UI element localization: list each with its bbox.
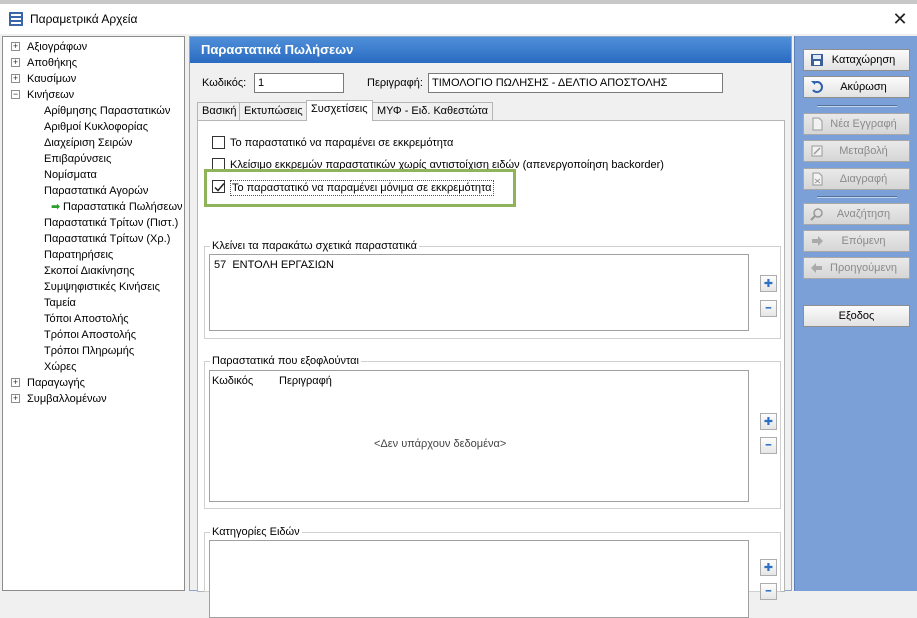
tree-item[interactable]: Παρατηρήσεις [44,247,113,263]
column-header-code[interactable]: Κωδικός [212,375,253,387]
tab-page-relations: Το παραστατικό να παραμένει σε εκκρεμότη… [197,120,785,618]
plus-icon: ✚ [763,278,774,290]
tree-item[interactable]: Επιβαρύνσεις [44,151,111,167]
tree-item-axiografon[interactable]: + Αξιογράφων [11,39,87,55]
separator [817,105,897,107]
group-closed-documents: Κλείνει τα παρακάτω σχετικά παραστατικά … [204,240,781,339]
panel-header: Παραστατικά Πωλήσεων [190,37,791,63]
app-icon [8,11,24,27]
tree-item-kafsimon[interactable]: + Καυσίμων [11,71,76,87]
expand-icon[interactable]: + [11,58,20,67]
arrow-right-icon: ➡ [51,201,61,213]
arrow-right-icon [810,234,824,248]
tab-prints[interactable]: Εκτυπώσεις [239,102,308,120]
checkbox-box-checked[interactable] [212,180,225,193]
new-record-button[interactable]: Νέα Εγγραφή [803,113,910,135]
tree-item[interactable]: Τόποι Αποστολής [44,311,129,327]
tree-item-paragogis[interactable]: + Παραγωγής [11,375,85,391]
plus-icon: ✚ [763,416,774,428]
tree-item[interactable]: Ταμεία [44,295,76,311]
settled-documents-grid[interactable]: Κωδικός Περιγραφή <Δεν υπάρχουν δεδομένα… [209,370,749,502]
tree-item[interactable]: Τρόποι Πληρωμής [44,343,134,359]
checkmark-icon [214,183,225,192]
arrow-left-icon [810,261,824,275]
search-button[interactable]: Αναζήτηση [803,203,910,225]
minus-icon: ━ [765,586,772,596]
tree-item[interactable]: Αριθμοί Κυκλοφορίας [44,119,148,135]
list-item[interactable]: 57 ΕΝΤΟΛΗ ΕΡΓΑΣΙΩΝ [214,259,334,271]
search-icon [810,207,824,221]
edit-icon [810,144,824,158]
add-button[interactable]: ✚ [760,413,777,430]
group-item-categories: Κατηγορίες Ειδών ✚ ━ [204,526,781,618]
tree-item[interactable]: Παραστατικά Αγορών [44,183,148,199]
tab-relations[interactable]: Συσχετίσεις [306,100,373,121]
code-input[interactable]: 1 [254,73,344,93]
navigation-tree: + Αξιογράφων + Αποθήκης + Καυσίμων − Κιν… [2,36,185,591]
action-panel: Καταχώρηση Ακύρωση Νέα Εγγραφή Μεταβολή … [794,36,917,591]
description-label: Περιγραφή: [367,77,423,89]
checkbox-box[interactable] [212,136,225,149]
closed-documents-list[interactable]: 57 ΕΝΤΟΛΗ ΕΡΓΑΣΙΩΝ [209,254,749,331]
window-title: Παραμετρικά Αρχεία [30,12,138,26]
tree-item[interactable]: Παραστατικά Τρίτων (Πιστ.) [44,215,178,231]
expand-icon[interactable]: + [11,74,20,83]
checkbox-box[interactable] [212,158,225,171]
group-title: Κατηγορίες Ειδών [210,526,302,538]
cancel-button[interactable]: Ακύρωση [803,76,910,98]
title-bar: Παραμετρικά Αρχεία ✕ [0,4,917,34]
delete-document-icon [810,172,824,186]
tree-item[interactable]: Διαχείριση Σειρών [44,135,132,151]
group-title: Κλείνει τα παρακάτω σχετικά παραστατικά [210,240,419,252]
expand-icon[interactable]: + [11,378,20,387]
close-button[interactable]: ✕ [883,4,917,34]
minus-icon: ━ [765,440,772,450]
tree-item[interactable]: Χώρες [44,359,76,375]
item-categories-list[interactable] [209,540,749,618]
code-label: Κωδικός: [202,77,247,89]
next-button[interactable]: Επόμενη [803,230,910,252]
tab-basic[interactable]: Βασική [197,102,242,120]
collapse-icon[interactable]: − [11,90,20,99]
separator [817,196,897,198]
column-header-description[interactable]: Περιγραφή [279,375,332,387]
remove-button[interactable]: ━ [760,437,777,454]
tree-item[interactable]: Συμψηφιστικές Κινήσεις [44,279,160,295]
main-panel: Παραστατικά Πωλήσεων Κωδικός: 1 Περιγραφ… [189,36,792,618]
tree-item-apothikis[interactable]: + Αποθήκης [11,55,77,71]
expand-icon[interactable]: + [11,394,20,403]
tab-myf[interactable]: ΜΥΦ - Ειδ. Καθεστώτα [372,102,493,120]
minus-icon: ━ [765,303,772,313]
tree-item[interactable]: Σκοποί Διακίνησης [44,263,135,279]
tree-item[interactable]: Νομίσματα [44,167,97,183]
tree-item-selected[interactable]: ➡ Παραστατικά Πωλήσεων [51,199,183,215]
tree-item-kiniseon[interactable]: − Κινήσεων [11,87,74,103]
group-settled-documents: Παραστατικά που εξοφλούνται Κωδικός Περι… [204,355,781,509]
tree-item-symvallomenon[interactable]: + Συμβαλλομένων [11,391,107,407]
exit-button[interactable]: Εξοδος [803,305,910,327]
add-button[interactable]: ✚ [760,275,777,292]
group-title: Παραστατικά που εξοφλούνται [210,355,361,367]
remove-button[interactable]: ━ [760,300,777,317]
new-document-icon [810,117,824,131]
save-button[interactable]: Καταχώρηση [803,49,910,71]
edit-button[interactable]: Μεταβολή [803,140,910,162]
remove-button[interactable]: ━ [760,583,777,600]
expand-icon[interactable]: + [11,42,20,51]
undo-icon [810,80,824,94]
tree-item[interactable]: Τρόποι Αποστολής [44,327,136,343]
description-input[interactable]: ΤΙΜΟΛΟΓΙΟ ΠΩΛΗΣΗΣ - ΔΕΛΤΙΟ ΑΠΟΣΤΟΛΗΣ [428,73,723,93]
tree-item[interactable]: Αρίθμησης Παραστατικών [44,103,170,119]
delete-button[interactable]: Διαγραφή [803,168,910,190]
tree-item[interactable]: Παραστατικά Τρίτων (Χρ.) [44,231,170,247]
empty-message: <Δεν υπάρχουν δεδομένα> [374,438,507,450]
previous-button[interactable]: Προηγούμενη [803,257,910,279]
plus-icon: ✚ [763,562,774,574]
add-button[interactable]: ✚ [760,559,777,576]
save-icon [810,53,824,67]
